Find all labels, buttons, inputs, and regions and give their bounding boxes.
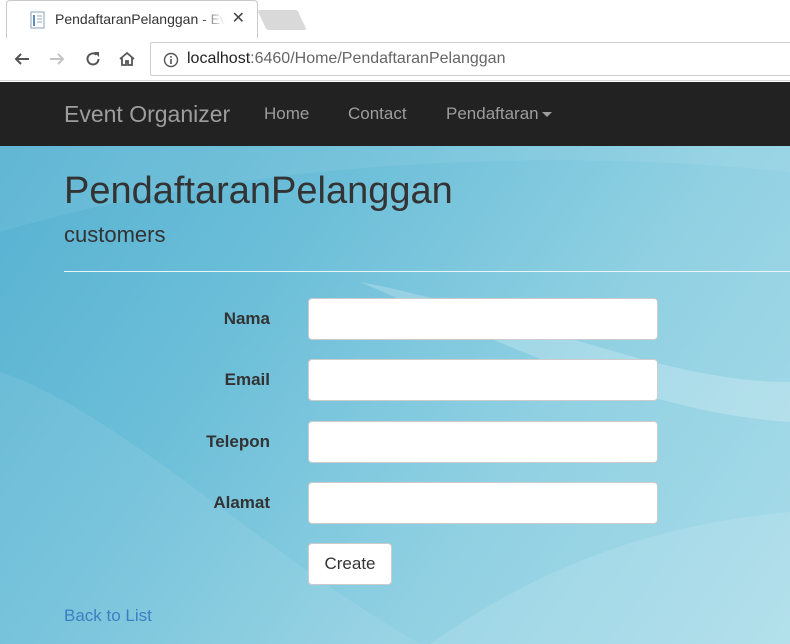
nav-link-home[interactable]: Home (264, 104, 309, 124)
form-group-email: Email (0, 359, 790, 401)
document-favicon-icon (29, 11, 47, 29)
brand-link[interactable]: Event Organizer (64, 101, 230, 128)
divider (64, 271, 790, 272)
back-to-list-link[interactable]: Back to List (64, 606, 152, 626)
new-tab-button[interactable] (257, 10, 307, 30)
back-arrow-icon[interactable] (9, 46, 35, 72)
telepon-input[interactable] (308, 421, 658, 463)
alamat-input[interactable] (308, 482, 658, 524)
create-button[interactable]: Create (308, 543, 392, 585)
tab-title: PendaftaranPelanggan - Event Organizer (55, 11, 225, 27)
site-navbar: Event Organizer Home Contact Pendaftaran (0, 82, 790, 146)
page-subtitle: customers (64, 222, 166, 247)
alamat-label: Alamat (213, 493, 270, 512)
address-bar[interactable]: localhost:6460/Home/PendaftaranPelanggan (150, 42, 790, 76)
forward-arrow-icon[interactable] (44, 46, 70, 72)
browser-toolbar: localhost:6460/Home/PendaftaranPelanggan (0, 38, 790, 81)
close-icon[interactable]: ✕ (232, 9, 245, 29)
telepon-label: Telepon (206, 432, 270, 451)
nav-link-contact[interactable]: Contact (348, 104, 407, 124)
nav-dropdown-pendaftaran[interactable]: Pendaftaran (446, 104, 552, 124)
url-text: localhost:6460/Home/PendaftaranPelanggan (187, 50, 506, 67)
reload-icon[interactable] (80, 46, 106, 72)
caret-down-icon (541, 112, 552, 118)
home-icon[interactable] (114, 46, 140, 72)
nama-label: Nama (223, 309, 270, 328)
nama-input[interactable] (308, 298, 658, 340)
email-input[interactable] (308, 359, 658, 401)
browser-tab[interactable]: PendaftaranPelanggan - Event Organizer ✕ (6, 0, 258, 38)
form-group-alamat: Alamat (0, 482, 790, 524)
browser-tabstrip: PendaftaranPelanggan - Event Organizer ✕ (0, 0, 790, 38)
form-group-telepon: Telepon (0, 421, 790, 463)
page-title: PendaftaranPelanggan (64, 170, 453, 212)
form-group-nama: Nama (0, 298, 790, 340)
page-content: Event Organizer Home Contact Pendaftaran… (0, 82, 790, 644)
nav-dropdown-label: Pendaftaran (446, 104, 539, 123)
info-icon[interactable] (163, 52, 179, 73)
email-label: Email (224, 370, 270, 389)
